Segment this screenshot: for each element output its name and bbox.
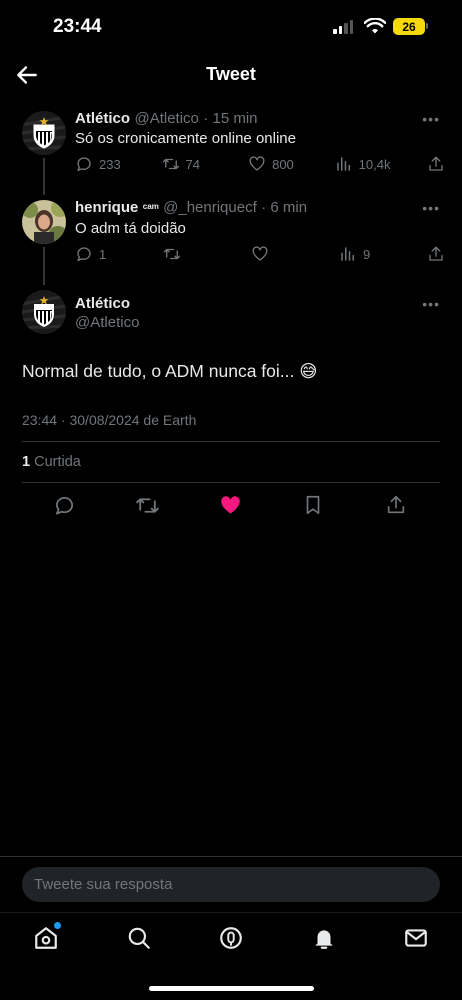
mail-icon <box>405 929 427 947</box>
reply-icon <box>55 496 73 515</box>
share-icon <box>429 246 443 261</box>
reply-icon <box>77 247 91 262</box>
author-name[interactable]: Atlético <box>75 110 130 127</box>
like-button[interactable] <box>251 245 301 263</box>
atletico-crest-icon <box>22 111 66 155</box>
author-badge: ᶜᵃᵐ <box>142 201 159 215</box>
tweet-time: · 15 min <box>203 110 258 127</box>
spaces-icon <box>220 927 242 949</box>
reply-count: 1 <box>99 246 107 262</box>
tab-search[interactable] <box>126 925 154 953</box>
page-title: Tweet <box>206 64 256 84</box>
battery-indicator: 26 <box>393 18 425 35</box>
thread-connector <box>43 247 45 285</box>
tab-notifications[interactable] <box>311 925 339 953</box>
home-indicator <box>149 986 314 991</box>
heart-icon <box>252 246 268 261</box>
tweet-actions: 1 9 <box>75 245 445 263</box>
battery-cap <box>426 23 428 29</box>
reply-composer <box>0 856 462 912</box>
status-time: 23:44 <box>53 16 102 37</box>
tweet-time: · 6 min <box>261 199 308 216</box>
bookmark-icon <box>306 495 320 515</box>
home-icon <box>35 927 57 949</box>
search-icon <box>128 927 150 949</box>
avatar[interactable] <box>22 200 66 244</box>
heart-icon <box>220 495 240 514</box>
likes-label: Curtida <box>34 454 81 470</box>
retweet-button[interactable] <box>163 245 213 263</box>
views-button[interactable]: 10,4k <box>335 155 391 173</box>
thread-connector <box>43 158 45 195</box>
tweet-text: O adm tá doidão <box>75 220 186 237</box>
views-icon <box>336 157 350 171</box>
like-count: 800 <box>272 156 294 172</box>
cellular-signal-icon <box>333 20 353 34</box>
more-options-icon[interactable]: ••• <box>422 200 440 216</box>
likes-count: 1 <box>22 454 31 470</box>
nav-header: Tweet <box>0 54 462 98</box>
tab-spaces[interactable] <box>218 925 246 953</box>
heart-icon <box>249 156 265 171</box>
tab-home[interactable] <box>33 922 61 953</box>
views-count: 9 <box>363 246 371 262</box>
share-button[interactable] <box>374 492 418 518</box>
author-handle[interactable]: @_henriquecf <box>163 199 257 216</box>
share-button[interactable] <box>427 155 445 173</box>
tweet-actions: 233 74 800 10,4k <box>75 155 445 173</box>
author-name[interactable]: Atlético <box>75 295 130 312</box>
share-button[interactable] <box>427 245 445 263</box>
more-options-icon[interactable]: ••• <box>422 296 440 312</box>
reply-icon <box>77 157 91 172</box>
status-bar: 23:44 26 <box>0 0 462 54</box>
main-tweet-timestamp: 23:44 · 30/08/2024 de Earth <box>22 412 197 428</box>
retweet-icon <box>163 248 181 260</box>
reply-count: 233 <box>99 156 121 172</box>
retweet-button[interactable] <box>125 492 169 518</box>
bookmark-button[interactable] <box>291 492 335 518</box>
author-handle[interactable]: @Atletico <box>134 110 198 127</box>
views-count: 10,4k <box>358 156 391 172</box>
retweet-icon <box>162 158 179 170</box>
likes-summary[interactable]: 1 Curtida <box>22 454 81 470</box>
avatar[interactable] <box>22 290 66 334</box>
like-button[interactable] <box>208 492 252 518</box>
views-icon <box>341 247 354 261</box>
bell-icon <box>315 930 333 949</box>
retweet-icon <box>135 497 159 513</box>
like-button[interactable]: 800 <box>248 155 298 173</box>
reply-button[interactable] <box>42 492 86 518</box>
author-handle[interactable]: @Atletico <box>75 314 139 331</box>
notification-dot <box>54 922 61 929</box>
share-icon <box>429 156 443 171</box>
retweet-count: 74 <box>185 156 201 172</box>
divider <box>22 482 440 483</box>
atletico-crest-icon <box>22 290 66 334</box>
wifi-icon <box>364 18 386 34</box>
divider <box>22 441 440 442</box>
main-tweet-actions <box>42 492 418 518</box>
share-icon <box>387 495 405 514</box>
tab-messages[interactable] <box>403 925 431 953</box>
tweet-header: Atlético @Atletico · 15 min <box>75 110 258 128</box>
reply-button[interactable]: 1 <box>75 245 125 263</box>
tweet-text: Só os cronicamente online online <box>75 130 296 147</box>
reply-input[interactable] <box>22 867 440 902</box>
user-photo-icon <box>22 200 66 244</box>
author-name[interactable]: henrique <box>75 199 138 216</box>
views-button[interactable]: 9 <box>339 245 389 263</box>
more-options-icon[interactable]: ••• <box>422 111 440 127</box>
retweet-button[interactable]: 74 <box>162 155 212 173</box>
main-tweet-text: Normal de tudo, o ADM nunca foi... 😅 <box>22 361 318 381</box>
reply-button[interactable]: 233 <box>75 155 125 173</box>
tweet-header: henrique ᶜᵃᵐ @_henriquecf · 6 min <box>75 199 307 217</box>
avatar[interactable] <box>22 111 66 155</box>
